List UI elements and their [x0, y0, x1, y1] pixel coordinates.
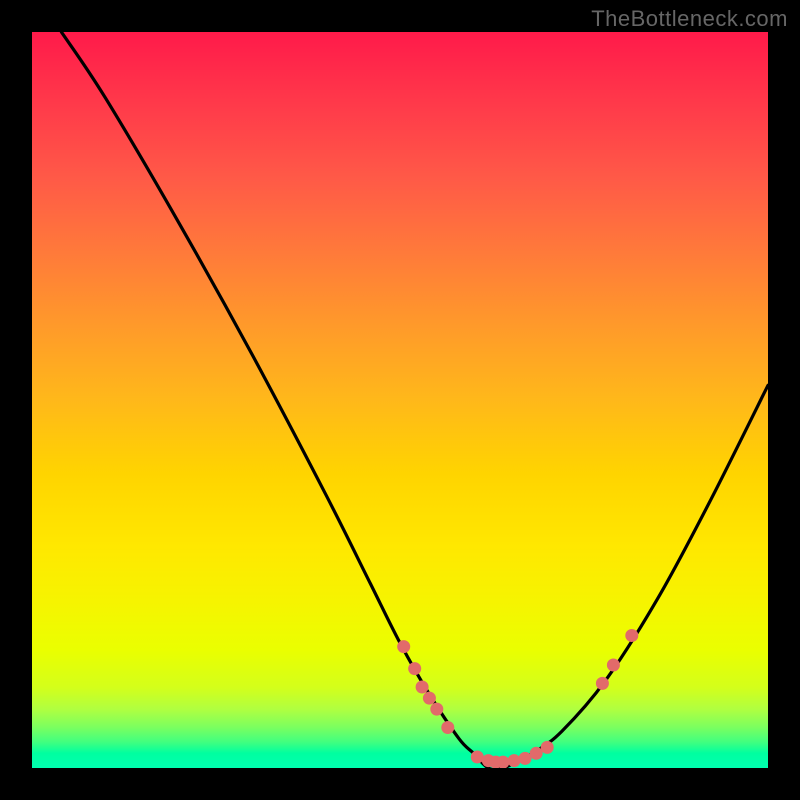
data-marker	[471, 751, 484, 764]
data-marker	[625, 629, 638, 642]
data-marker	[416, 681, 429, 694]
data-marker	[607, 659, 620, 672]
bottleneck-curve-svg	[32, 32, 768, 768]
data-marker	[423, 692, 436, 705]
data-marker	[497, 756, 510, 768]
data-marker	[596, 677, 609, 690]
data-marker	[397, 640, 410, 653]
data-marker	[519, 752, 532, 765]
data-marker	[430, 703, 443, 716]
data-marker	[441, 721, 454, 734]
data-marker	[541, 741, 554, 754]
data-marker	[508, 754, 521, 767]
data-marker	[408, 662, 421, 675]
data-marker	[530, 747, 543, 760]
chart-plot-area	[32, 32, 768, 768]
data-markers	[397, 629, 638, 768]
watermark-label: TheBottleneck.com	[591, 6, 788, 32]
bottleneck-curve	[61, 32, 768, 768]
